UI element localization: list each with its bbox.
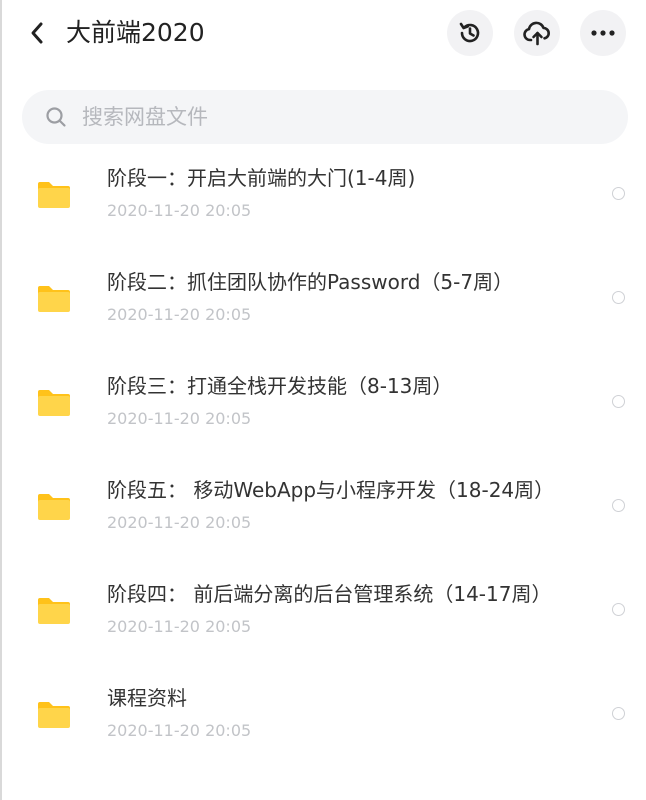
select-radio[interactable] [612,395,625,408]
file-row-stage-4[interactable]: 阶段四： 前后端分离的后台管理系统（14-17周） 2020-11-20 20:… [0,562,646,666]
file-date: 2020-11-20 20:05 [107,305,252,324]
page-title: 大前端2020 [66,18,205,47]
file-row-stage-5[interactable]: 阶段五： 移动WebApp与小程序开发（18-24周） 2020-11-20 2… [0,458,646,562]
select-radio[interactable] [612,499,625,512]
folder-icon [38,598,70,624]
file-name: 阶段一：开启大前端的大门(1-4周) [107,166,416,190]
file-name: 课程资料 [107,686,187,710]
file-row-stage-2[interactable]: 阶段二：抓住团队协作的Password（5-7周） 2020-11-20 20:… [0,250,646,354]
back-icon [31,22,43,44]
file-date: 2020-11-20 20:05 [107,513,252,532]
file-name: 阶段二：抓住团队协作的Password（5-7周） [107,270,514,294]
folder-icon [38,702,70,728]
cloud-upload-icon [523,21,550,46]
folder-icon [38,182,70,208]
search-icon [46,107,66,127]
file-date: 2020-11-20 20:05 [107,617,252,636]
select-radio[interactable] [612,187,625,200]
file-date: 2020-11-20 20:05 [107,201,252,220]
search-bar[interactable] [22,90,628,144]
select-radio[interactable] [612,291,625,304]
cloud-upload-button[interactable] [514,10,560,56]
history-button[interactable] [447,10,493,56]
select-radio[interactable] [612,707,625,720]
search-input[interactable] [82,90,602,144]
folder-icon [38,286,70,312]
file-row-course-materials[interactable]: 课程资料 2020-11-20 20:05 [0,666,646,770]
history-icon [459,22,480,43]
more-button[interactable] [580,10,626,56]
back-button[interactable] [22,18,52,48]
file-list: 阶段一：开启大前端的大门(1-4周) 2020-11-20 20:05 阶段二：… [0,146,646,770]
file-date: 2020-11-20 20:05 [107,409,252,428]
file-row-stage-3[interactable]: 阶段三：打通全栈开发技能（8-13周） 2020-11-20 20:05 [0,354,646,458]
select-radio[interactable] [612,603,625,616]
file-name: 阶段四： 前后端分离的后台管理系统（14-17周） [107,582,552,606]
folder-icon [38,494,70,520]
file-name: 阶段三：打通全栈开发技能（8-13周） [107,374,453,398]
file-row-stage-1[interactable]: 阶段一：开启大前端的大门(1-4周) 2020-11-20 20:05 [0,146,646,250]
folder-icon [38,390,70,416]
file-date: 2020-11-20 20:05 [107,721,252,740]
top-bar: 大前端2020 [0,0,646,68]
more-icon [591,30,615,36]
file-name: 阶段五： 移动WebApp与小程序开发（18-24周） [107,478,555,502]
